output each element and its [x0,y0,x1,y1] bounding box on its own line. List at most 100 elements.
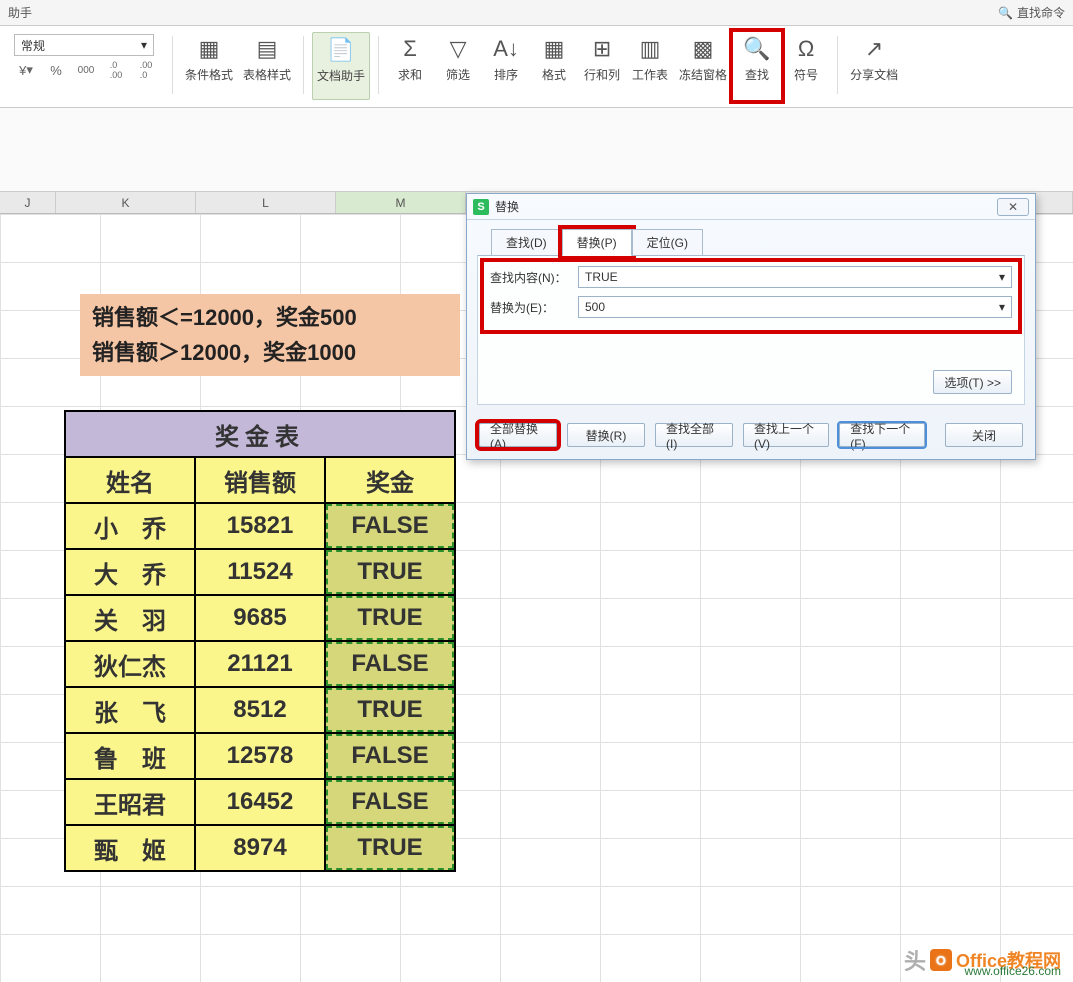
freeze-label: 冻结窗格 [679,66,727,83]
filter-button[interactable]: ▽ 筛选 [435,32,481,100]
find-next-button[interactable]: 查找下一个(F) [839,423,925,447]
number-format-label: 常规 [21,37,45,54]
tab-goto[interactable]: 定位(G) [632,229,703,256]
cell-sales[interactable]: 15821 [195,503,325,549]
cell-name[interactable]: 狄仁杰 [65,641,195,687]
formula-bar-area [0,108,1073,192]
sheet-button[interactable]: ▥ 工作表 [627,32,673,100]
table-style-button[interactable]: ▤ 表格样式 [239,32,295,100]
cell-bonus[interactable]: TRUE [325,595,455,641]
decrease-decimal-button[interactable]: .0.00 [104,60,128,80]
sum-label: 求和 [398,66,422,83]
thousands-button[interactable]: 000 [74,60,98,80]
col-header-K[interactable]: K [56,192,196,213]
sort-button[interactable]: A↓ 排序 [483,32,529,100]
number-format-select[interactable]: 常规 ▾ [14,34,154,56]
find-row: 查找内容(N)： TRUE ▾ [490,266,1012,288]
percent-button[interactable]: % [44,60,68,80]
tab-find[interactable]: 查找(D) [491,229,562,256]
format-button[interactable]: ▦ 格式 [531,32,577,100]
tab-replace[interactable]: 替换(P) [562,229,632,256]
cell-bonus[interactable]: FALSE [325,779,455,825]
freeze-icon: ▩ [687,34,719,64]
search-icon: 🔍 [998,6,1013,20]
cell-sales[interactable]: 11524 [195,549,325,595]
chevron-down-icon: ▾ [999,300,1005,314]
replace-value: 500 [585,300,605,314]
currency-label: ¥ [19,63,26,78]
cell-bonus[interactable]: FALSE [325,641,455,687]
cell-name[interactable]: 大 乔 [65,549,195,595]
rowcol-button[interactable]: ⊞ 行和列 [579,32,625,100]
cell-sales[interactable]: 12578 [195,733,325,779]
table-row: 甄 姬 8974 TRUE [65,825,455,871]
search-command[interactable]: 🔍 直找命令 [998,4,1065,21]
sum-button[interactable]: Σ 求和 [387,32,433,100]
rowcol-icon: ⊞ [586,34,618,64]
symbol-button[interactable]: Ω 符号 [783,32,829,100]
cell-name[interactable]: 关 羽 [65,595,195,641]
format-label: 格式 [542,66,566,83]
freeze-button[interactable]: ▩ 冻结窗格 [675,32,731,100]
conditional-format-button[interactable]: ▦ 条件格式 [181,32,237,100]
bonus-title: 奖金表 [65,411,455,457]
cell-name[interactable]: 小 乔 [65,503,195,549]
col-header-M[interactable]: M [336,192,466,213]
table-style-label: 表格样式 [243,66,291,83]
col-header-J[interactable]: J [0,192,56,213]
dialog-titlebar[interactable]: S 替换 ✕ [467,194,1035,220]
find-prev-button[interactable]: 查找上一个(V) [743,423,829,447]
currency-button[interactable]: ¥▾ [14,60,38,80]
table-style-icon: ▤ [251,34,283,64]
search-command-label: 直找命令 [1017,4,1065,21]
replace-all-button[interactable]: 全部替换(A) [479,423,557,447]
sum-icon: Σ [394,34,426,64]
conditional-format-label: 条件格式 [185,66,233,83]
cell-name[interactable]: 张 飞 [65,687,195,733]
doc-helper-icon: 📄 [325,35,357,65]
symbol-icon: Ω [790,34,822,64]
title-bar: 助手 🔍 直找命令 [0,0,1073,26]
cell-sales[interactable]: 21121 [195,641,325,687]
cell-sales[interactable]: 16452 [195,779,325,825]
replace-dialog: S 替换 ✕ 查找(D) 替换(P) 定位(G) 查找内容(N)： TRUE ▾… [466,193,1036,460]
cell-bonus[interactable]: TRUE [325,825,455,871]
cell-name[interactable]: 鲁 班 [65,733,195,779]
increase-decimal-button[interactable]: .00.0 [134,60,158,80]
table-row: 鲁 班 12578 FALSE [65,733,455,779]
doc-helper-label: 文档助手 [317,67,365,84]
rule-line-1: 销售额＜=12000，奖金500 [92,300,448,335]
cell-name[interactable]: 王昭君 [65,779,195,825]
rules-banner: 销售额＜=12000，奖金500 销售额＞12000，奖金1000 [80,294,460,376]
titlebar-left: 助手 [8,4,32,21]
separator [378,36,379,94]
replace-button[interactable]: 替换(R) [567,423,645,447]
cell-bonus[interactable]: FALSE [325,733,455,779]
cell-bonus[interactable]: FALSE [325,503,455,549]
replace-input[interactable]: 500 ▾ [578,296,1012,318]
find-input[interactable]: TRUE ▾ [578,266,1012,288]
cell-bonus[interactable]: TRUE [325,549,455,595]
replace-label: 替换为(E)： [490,299,570,316]
rule-line-2: 销售额＞12000，奖金1000 [92,335,448,370]
bonus-table: 奖金表 姓名 销售额 奖金 小 乔 15821 FALSE 大 乔 11524 … [64,410,456,872]
close-dialog-button[interactable]: 关闭 [945,423,1023,447]
ribbon: 常规 ▾ ¥▾ % 000 .0.00 .00.0 ▦ 条件格式 ▤ 表格样式 … [0,26,1073,108]
cell-name[interactable]: 甄 姬 [65,825,195,871]
share-button[interactable]: ↗ 分享文档 [846,32,902,100]
cell-bonus[interactable]: TRUE [325,687,455,733]
col-header-L[interactable]: L [196,192,336,213]
cell-sales[interactable]: 8512 [195,687,325,733]
table-row: 大 乔 11524 TRUE [65,549,455,595]
cell-sales[interactable]: 8974 [195,825,325,871]
filter-label: 筛选 [446,66,470,83]
doc-helper-button[interactable]: 📄 文档助手 [312,32,370,100]
find-all-button[interactable]: 查找全部(I) [655,423,733,447]
options-button[interactable]: 选项(T) >> [933,370,1012,394]
close-button[interactable]: ✕ [997,198,1029,216]
cell-sales[interactable]: 9685 [195,595,325,641]
dialog-tabs: 查找(D) 替换(P) 定位(G) [491,228,1025,255]
find-button[interactable]: 🔍 查找 [733,32,781,100]
find-label: 查找 [745,66,769,83]
chevron-down-icon: ▾ [999,270,1005,284]
